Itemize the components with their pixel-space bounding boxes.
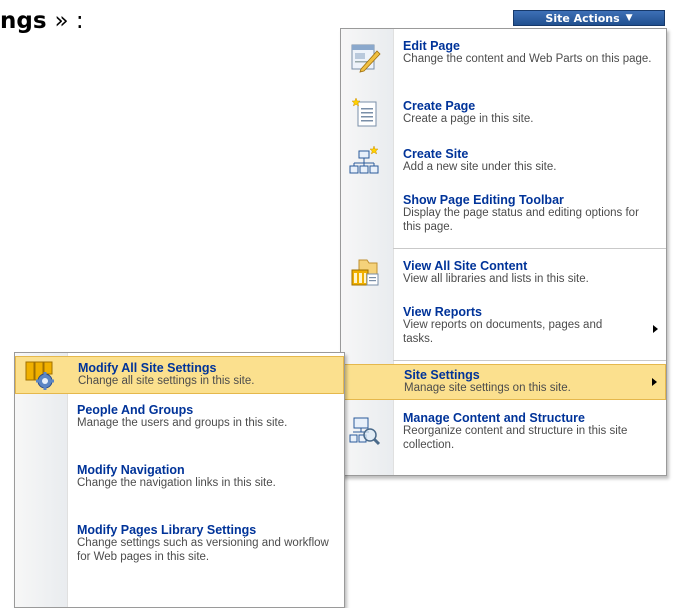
site-settings-submenu: Modify All Site Settings Change all site… [14,352,345,608]
submenu-item-people-and-groups[interactable]: People And Groups Manage the users and g… [15,399,344,455]
submenu-item-modify-navigation[interactable]: Modify Navigation Change the navigation … [15,459,344,515]
submenu-item-desc: Manage the users and groups in this site… [77,417,288,429]
menu-item-title: Site Settings [404,368,480,382]
menu-item-desc: Display the page status and editing opti… [403,207,639,233]
submenu-item-desc: Change all site settings in this site. [78,375,255,387]
submenu-item-desc: Change the navigation links in this site… [77,477,276,489]
menu-item-desc: Add a new site under this site. [403,161,557,173]
menu-separator [393,248,666,249]
menu-item-desc: View all libraries and lists in this sit… [403,273,589,285]
heading-text: ngs [0,8,47,34]
submenu-item-title: Modify All Site Settings [78,361,217,375]
submenu-item-modify-all-site-settings[interactable]: Modify All Site Settings Change all site… [15,356,344,394]
menu-item-create-site[interactable]: Create Site Add a new site under this si… [341,143,666,183]
page-heading: ngs » : [0,8,84,34]
menu-item-desc: Change the content and Web Parts on this… [403,53,652,65]
submenu-item-title: People And Groups [77,403,194,417]
manage-content-icon [349,417,381,446]
site-actions-button[interactable]: Site Actions ▼ [513,10,665,26]
menu-item-title: Manage Content and Structure [403,411,585,425]
menu-item-title: Show Page Editing Toolbar [403,193,564,207]
menu-item-title: Create Site [403,147,469,161]
menu-item-desc: View reports on documents, pages and tas… [403,319,603,345]
site-actions-menu: Edit Page Change the content and Web Par… [340,28,667,476]
view-all-site-content-icon [351,259,379,286]
submenu-arrow-icon [653,325,658,333]
submenu-item-modify-pages-library-settings[interactable]: Modify Pages Library Settings Change set… [15,519,344,591]
submenu-item-title: Modify Navigation [77,463,185,477]
menu-item-title: Create Page [403,99,476,113]
heading-breadcrumb-suffix: » : [54,8,84,34]
submenu-item-title: Modify Pages Library Settings [77,523,257,537]
edit-page-icon [351,44,381,73]
create-page-icon [351,97,377,127]
submenu-item-desc: Change settings such as versioning and w… [77,537,329,563]
menu-item-title: View All Site Content [403,259,528,273]
submenu-arrow-icon [652,378,657,386]
menu-item-title: Edit Page [403,39,460,53]
menu-item-site-settings[interactable]: Site Settings Manage site settings on th… [341,364,666,400]
create-site-icon [349,145,379,174]
menu-item-edit-page[interactable]: Edit Page Change the content and Web Par… [341,35,666,87]
menu-item-desc: Create a page in this site. [403,113,534,125]
site-actions-label: Site Actions [545,11,620,25]
menu-separator [393,360,666,361]
site-settings-gear-icon [25,361,54,390]
menu-item-view-reports[interactable]: View Reports View reports on documents, … [341,301,666,357]
menu-item-show-page-editing-toolbar[interactable]: Show Page Editing Toolbar Display the pa… [341,189,666,243]
menu-item-create-page[interactable]: Create Page Create a page in this site. [341,95,666,135]
menu-item-desc: Reorganize content and structure in this… [403,425,628,451]
menu-item-view-all-site-content[interactable]: View All Site Content View all libraries… [341,255,666,295]
dropdown-arrow-icon: ▼ [625,13,633,23]
menu-item-manage-content-and-structure[interactable]: Manage Content and Structure Reorganize … [341,407,666,461]
menu-item-desc: Manage site settings on this site. [404,382,571,394]
menu-item-title: View Reports [403,305,482,319]
